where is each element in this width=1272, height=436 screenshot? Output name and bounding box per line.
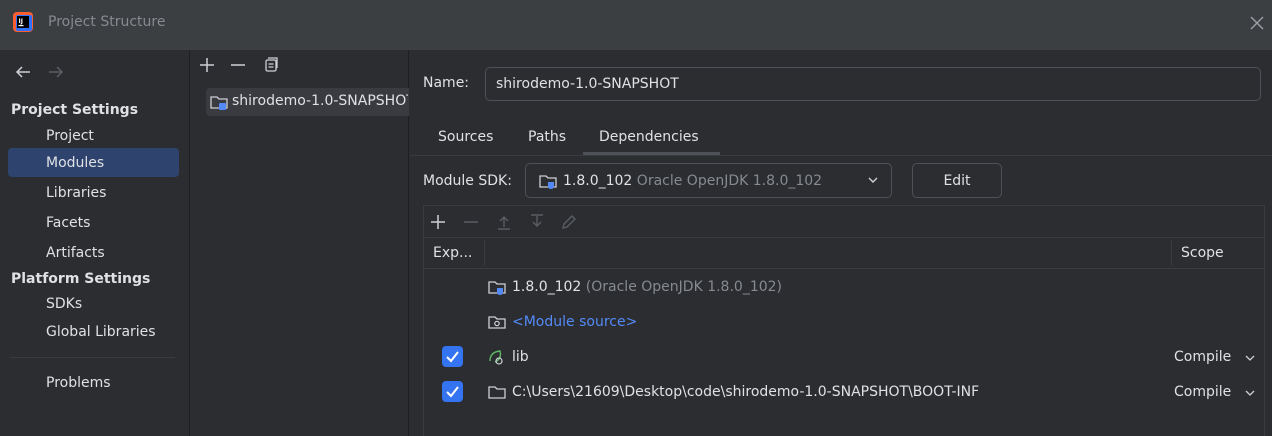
intellij-logo-icon: IJ xyxy=(13,12,33,32)
jdk-icon xyxy=(539,175,557,189)
platform-settings-header: Platform Settings xyxy=(11,271,151,287)
column-export[interactable]: Exp... xyxy=(433,245,472,261)
library-icon xyxy=(489,350,503,365)
dependency-jdk-detail: (Oracle OpenJDK 1.8.0_102) xyxy=(585,279,783,295)
sidebar-item-libraries[interactable]: Libraries xyxy=(46,185,106,201)
remove-icon[interactable] xyxy=(228,55,248,75)
sdk-value: 1.8.0_102 Oracle OpenJDK 1.8.0_102 xyxy=(563,173,822,189)
remove-dependency-icon[interactable] xyxy=(461,212,481,232)
title-bar xyxy=(0,0,1272,50)
dependency-module-source[interactable]: <Module source> xyxy=(512,314,637,330)
module-folder-icon xyxy=(210,96,228,110)
sdk-vendor: Oracle OpenJDK 1.8.0_102 xyxy=(636,173,823,189)
jdk-icon xyxy=(488,281,506,295)
dependency-lib[interactable]: lib xyxy=(512,349,529,365)
add-icon[interactable] xyxy=(197,55,217,75)
export-checkbox-boot-inf[interactable] xyxy=(442,381,463,402)
sidebar-item-project[interactable]: Project xyxy=(46,128,94,144)
dependency-boot-inf[interactable]: C:\Users\21609\Desktop\code\shirodemo-1.… xyxy=(512,384,979,400)
scope-dropdown-lib[interactable]: Compile xyxy=(1174,349,1231,365)
sidebar-item-modules[interactable]: Modules xyxy=(46,155,104,171)
scope-dropdown-boot-inf[interactable]: Compile xyxy=(1174,384,1231,400)
tab-paths[interactable]: Paths xyxy=(528,129,566,145)
chevron-down-icon xyxy=(868,177,878,183)
module-sdk-label: Module SDK: xyxy=(423,173,512,189)
dependency-jdk-name: 1.8.0_102 xyxy=(512,279,582,295)
project-settings-header: Project Settings xyxy=(11,102,139,118)
edit-pencil-icon[interactable] xyxy=(559,212,579,232)
column-scope[interactable]: Scope xyxy=(1181,245,1224,261)
move-up-icon[interactable] xyxy=(494,212,514,232)
forward-arrow-icon[interactable] xyxy=(46,62,66,82)
sidebar-item-problems[interactable]: Problems xyxy=(46,375,111,391)
move-down-icon[interactable] xyxy=(527,212,547,232)
module-source-icon xyxy=(488,316,506,329)
module-name: shirodemo-1.0-SNAPSHOT xyxy=(232,93,408,109)
copy-icon[interactable] xyxy=(261,55,281,75)
export-checkbox-lib[interactable] xyxy=(442,346,463,367)
close-icon[interactable] xyxy=(1247,13,1267,33)
column-divider xyxy=(1171,240,1172,266)
svg-text:IJ: IJ xyxy=(19,18,23,25)
module-name-input[interactable] xyxy=(485,67,1261,101)
table-header xyxy=(424,237,1264,269)
checkmark-icon xyxy=(446,386,459,398)
chevron-down-icon[interactable] xyxy=(1244,352,1256,364)
back-arrow-icon[interactable] xyxy=(13,62,33,82)
folder-icon xyxy=(488,386,506,399)
sidebar-item-artifacts[interactable]: Artifacts xyxy=(46,245,105,261)
tabs-divider xyxy=(410,155,1272,156)
add-dependency-icon[interactable] xyxy=(428,212,448,232)
window-title: Project Structure xyxy=(48,14,166,30)
sidebar-item-facets[interactable]: Facets xyxy=(46,215,90,231)
sidebar-divider xyxy=(10,357,175,358)
column-divider xyxy=(484,240,485,266)
table-row[interactable]: 1.8.0_102 (Oracle OpenJDK 1.8.0_102) xyxy=(512,279,782,295)
sdk-version: 1.8.0_102 xyxy=(563,173,633,189)
checkmark-icon xyxy=(446,351,459,363)
tab-sources[interactable]: Sources xyxy=(438,129,493,145)
chevron-down-icon[interactable] xyxy=(1244,387,1256,399)
tab-dependencies[interactable]: Dependencies xyxy=(599,129,699,145)
sidebar-item-sdks[interactable]: SDKs xyxy=(46,296,82,312)
edit-sdk-button[interactable]: Edit xyxy=(912,163,1002,198)
name-label: Name: xyxy=(423,75,470,91)
sidebar-item-global-libraries[interactable]: Global Libraries xyxy=(46,324,156,340)
